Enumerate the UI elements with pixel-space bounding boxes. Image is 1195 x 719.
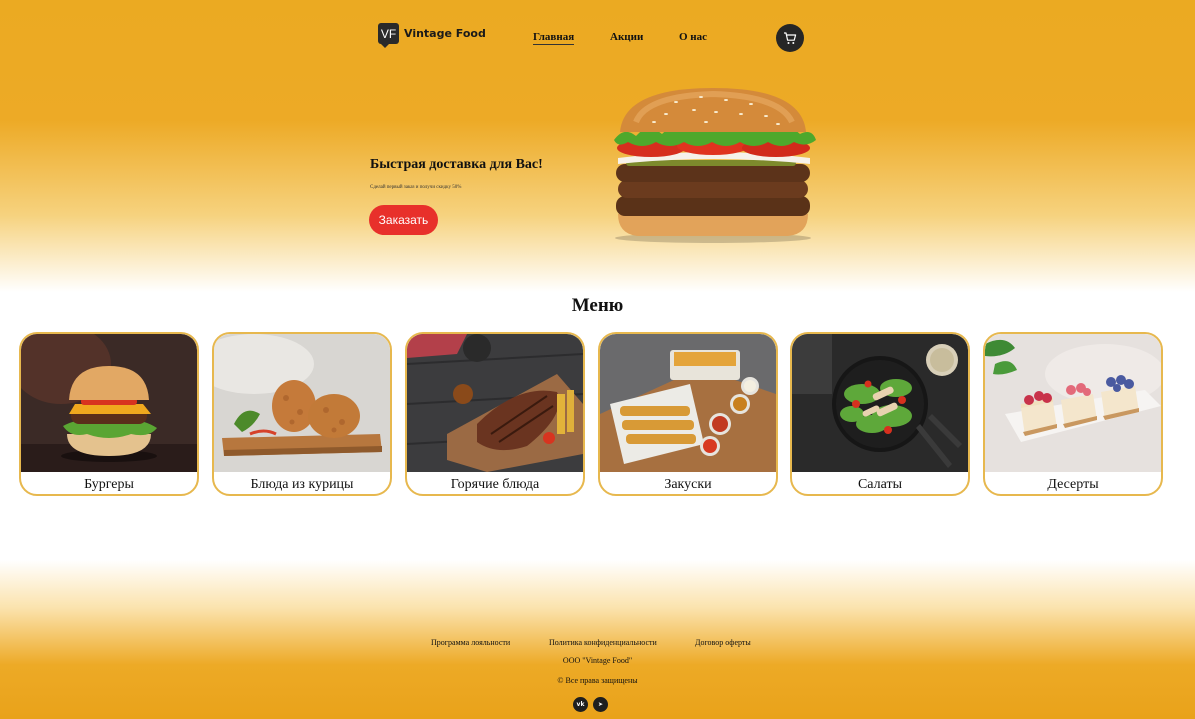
cart-button[interactable] [776, 24, 804, 52]
footer-link-loyalty[interactable]: Программа лояльности [431, 638, 510, 647]
nav-link-promotions[interactable]: Акции [610, 31, 643, 43]
hero-title: Быстрая доставка для Вас! [370, 157, 543, 172]
menu-title: Меню [571, 295, 624, 316]
menu-card-desserts[interactable]: Десерты [983, 332, 1163, 496]
snacks-image [600, 334, 776, 472]
footer-company: ООО "Vintage Food" [562, 656, 633, 665]
logo[interactable]: VF Vintage Food [378, 23, 486, 48]
menu-card-label: Блюда из курицы [250, 477, 354, 492]
cart-icon [784, 31, 797, 44]
menu-card-label: Десерты [1047, 477, 1099, 492]
menu-card-snacks[interactable]: Закуски [598, 332, 778, 496]
vk-icon[interactable]: vk [573, 697, 588, 712]
logo-mark: VF [378, 23, 399, 48]
nav-link-home[interactable]: Главная [533, 31, 575, 45]
menu-card-hot-dishes[interactable]: Горячие блюда [405, 332, 585, 496]
burgers-image [21, 334, 197, 472]
logo-text: Vintage Food [404, 27, 486, 40]
menu-card-label: Бургеры [84, 477, 134, 492]
footer-copyright: © Все права защищены [557, 676, 638, 685]
salads-image [792, 334, 968, 472]
desserts-image [985, 334, 1161, 472]
menu-card-label: Закуски [664, 477, 712, 492]
menu-card-label: Салаты [857, 477, 903, 492]
footer-link-offer[interactable]: Договор оферты [695, 638, 751, 647]
nav-link-about[interactable]: О нас [679, 31, 707, 43]
menu-card-burgers[interactable]: Бургеры [19, 332, 199, 496]
hero-subtitle: Сделай первый заказ и получи скидку 50% [370, 185, 462, 190]
footer-link-privacy[interactable]: Политика конфиденциальности [549, 638, 657, 647]
telegram-icon[interactable]: ➤ [593, 697, 608, 712]
menu-card-salads[interactable]: Салаты [790, 332, 970, 496]
menu-card-label: Горячие блюда [450, 477, 540, 492]
hero-burger-image [614, 88, 816, 243]
order-button[interactable]: Заказать [369, 205, 438, 235]
hot-dishes-image [407, 334, 583, 472]
menu-card-chicken[interactable]: Блюда из курицы [212, 332, 392, 496]
chicken-image [214, 334, 390, 472]
